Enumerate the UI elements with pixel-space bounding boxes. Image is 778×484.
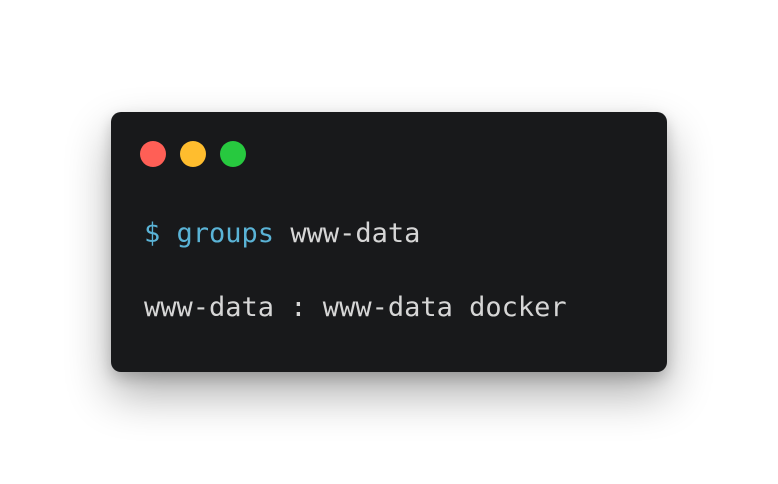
window-controls (140, 141, 246, 167)
canvas: $ groups www-data www-data : www-data do… (0, 0, 778, 484)
command-line: $ groups www-data (144, 218, 420, 250)
close-dot-icon[interactable] (140, 141, 166, 167)
command-output: www-data : www-data docker (144, 292, 567, 323)
command-name: groups (176, 218, 275, 249)
maximize-dot-icon[interactable] (220, 141, 246, 167)
terminal-window: $ groups www-data www-data : www-data do… (111, 112, 667, 372)
command-argument: www-data (290, 218, 421, 249)
minimize-dot-icon[interactable] (180, 141, 206, 167)
prompt-symbol: $ (144, 218, 161, 249)
